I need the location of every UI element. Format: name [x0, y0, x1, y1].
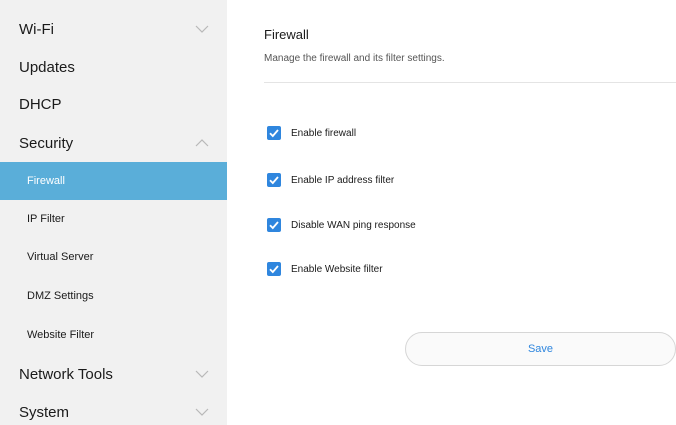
- checkbox-checked[interactable]: [267, 126, 281, 140]
- sidebar-item-label: System: [19, 403, 70, 421]
- option-label: Enable firewall: [291, 127, 357, 139]
- sidebar-item-dhcp[interactable]: DHCP: [0, 85, 227, 123]
- sidebar-item-label: Wi-Fi: [19, 20, 54, 38]
- page-subtitle: Manage the firewall and its filter setti…: [264, 53, 445, 64]
- chevron-down-icon: [195, 408, 209, 416]
- option-enable-website-filter[interactable]: Enable Website filter: [267, 261, 383, 277]
- chevron-up-icon: [195, 139, 209, 147]
- sidebar-item-firewall[interactable]: Firewall: [0, 162, 227, 200]
- sidebar-item-dmz-settings[interactable]: DMZ Settings: [0, 277, 227, 315]
- sidebar-item-label: Network Tools: [19, 365, 113, 383]
- checkmark-icon: [269, 129, 279, 138]
- sidebar-item-label: DHCP: [19, 95, 62, 113]
- main-content: Firewall Manage the firewall and its fil…: [227, 0, 676, 425]
- sidebar-item-system[interactable]: System: [0, 393, 227, 425]
- checkmark-icon: [269, 221, 279, 230]
- checkbox-checked[interactable]: [267, 173, 281, 187]
- option-label: Enable IP address filter: [291, 174, 395, 186]
- checkbox-checked[interactable]: [267, 218, 281, 232]
- sidebar-item-updates[interactable]: Updates: [0, 48, 227, 86]
- option-label: Enable Website filter: [291, 263, 383, 275]
- checkmark-icon: [269, 265, 279, 274]
- option-label: Disable WAN ping response: [291, 219, 416, 231]
- chevron-down-icon: [195, 370, 209, 378]
- sidebar-item-label: IP Filter: [27, 213, 65, 225]
- sidebar-item-label: DMZ Settings: [27, 290, 94, 302]
- chevron-down-icon: [195, 25, 209, 33]
- option-enable-ip-address-filter[interactable]: Enable IP address filter: [267, 172, 394, 188]
- divider: [264, 82, 676, 83]
- sidebar-item-label: Updates: [19, 58, 75, 76]
- sidebar-item-label: Website Filter: [27, 329, 95, 341]
- checkmark-icon: [269, 176, 279, 185]
- sidebar-item-label: Firewall: [27, 175, 65, 187]
- sidebar-item-website-filter[interactable]: Website Filter: [0, 316, 227, 354]
- sidebar-item-wifi[interactable]: Wi-Fi: [0, 10, 227, 48]
- sidebar-item-label: Security: [19, 134, 74, 152]
- checkbox-checked[interactable]: [267, 262, 281, 276]
- sidebar-item-security[interactable]: Security: [0, 124, 227, 162]
- option-disable-wan-ping-response[interactable]: Disable WAN ping response: [267, 217, 416, 233]
- sidebar-item-network-tools[interactable]: Network Tools: [0, 355, 227, 393]
- sidebar-nav: Wi-Fi Updates DHCP Security Firewall IP …: [0, 0, 227, 425]
- save-button[interactable]: Save: [405, 332, 676, 366]
- sidebar-item-ip-filter[interactable]: IP Filter: [0, 200, 227, 238]
- sidebar-item-virtual-server[interactable]: Virtual Server: [0, 238, 227, 276]
- page-title: Firewall: [264, 27, 309, 42]
- sidebar-item-label: Virtual Server: [27, 251, 94, 263]
- option-enable-firewall[interactable]: Enable firewall: [267, 125, 356, 141]
